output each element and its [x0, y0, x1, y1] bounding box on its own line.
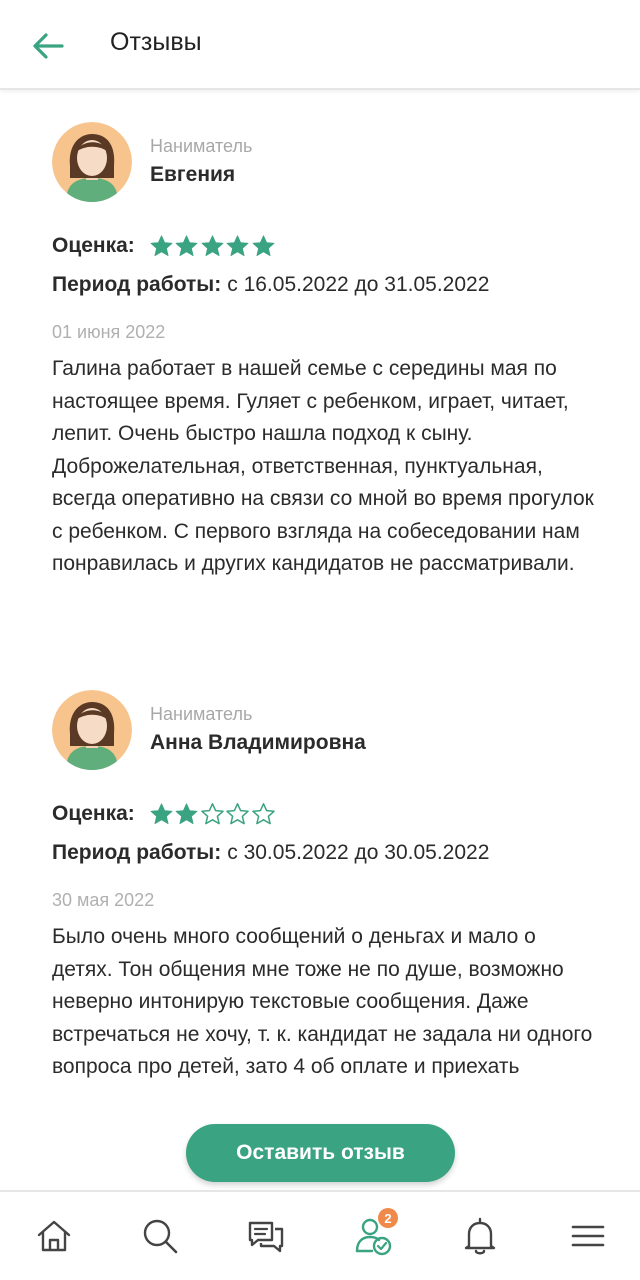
period-row: Период работы: с 30.05.2022 до 30.05.2022: [52, 841, 489, 865]
page-title: Отзывы: [110, 28, 202, 56]
avatar: [52, 690, 132, 770]
leave-review-button[interactable]: Оставить отзыв: [186, 1124, 455, 1182]
chat-icon: [248, 1221, 284, 1253]
arrow-left-icon: [33, 33, 64, 59]
star-filled-icon: [149, 802, 174, 827]
rating-label: Оценка:: [52, 234, 135, 257]
bell-icon: [464, 1217, 496, 1255]
period-row: Период работы: с 16.05.2022 до 31.05.2022: [52, 273, 489, 297]
star-filled-icon: [225, 234, 250, 259]
review-author-name: Анна Владимировна: [150, 731, 366, 754]
review-author-name: Евгения: [150, 163, 236, 186]
nav-candidates[interactable]: 2: [352, 1208, 398, 1258]
user-avatar-icon: [52, 690, 132, 770]
search-icon: [143, 1219, 178, 1254]
nav-menu[interactable]: [566, 1214, 610, 1258]
nav-notifications[interactable]: [458, 1214, 502, 1258]
review-author-role: Наниматель: [150, 704, 253, 724]
user-avatar-icon: [52, 122, 132, 202]
reviews-list[interactable]: Наниматель Евгения Оценка: Период работы…: [0, 92, 640, 1188]
home-icon: [37, 1220, 71, 1252]
period-label: Период работы:: [52, 273, 222, 296]
star-filled-icon: [200, 234, 225, 259]
period-label: Период работы:: [52, 841, 222, 864]
star-filled-icon: [174, 802, 199, 827]
app-header: Отзывы: [0, 0, 640, 90]
star-empty-icon: [200, 802, 225, 827]
period-value: с 30.05.2022 до 30.05.2022: [227, 841, 490, 864]
star-empty-icon: [225, 802, 250, 827]
nav-home[interactable]: [32, 1214, 76, 1258]
bottom-nav: 2: [0, 1190, 640, 1280]
nav-messages[interactable]: [244, 1214, 288, 1258]
rating-row: Оценка:: [52, 800, 276, 828]
review-date: 01 июня 2022: [52, 322, 166, 342]
rating-stars: [149, 234, 277, 259]
period-value: с 16.05.2022 до 31.05.2022: [227, 273, 490, 296]
star-filled-icon: [251, 234, 276, 259]
rating-label: Оценка:: [52, 802, 135, 825]
review-author-role: Наниматель: [150, 136, 253, 156]
rating-stars: [149, 802, 277, 827]
review-text: Галина работает в нашей семье с середины…: [52, 357, 594, 575]
star-filled-icon: [149, 234, 174, 259]
notification-badge: 2: [378, 1208, 398, 1228]
nav-search[interactable]: [138, 1214, 182, 1258]
back-button[interactable]: [28, 26, 68, 66]
menu-icon: [571, 1225, 605, 1247]
review-date: 30 мая 2022: [52, 890, 155, 910]
star-filled-icon: [174, 234, 199, 259]
rating-row: Оценка:: [52, 232, 276, 260]
avatar: [52, 122, 132, 202]
star-empty-icon: [251, 802, 276, 827]
review-text: Было очень много сообщений о деньгах и м…: [52, 925, 593, 1078]
